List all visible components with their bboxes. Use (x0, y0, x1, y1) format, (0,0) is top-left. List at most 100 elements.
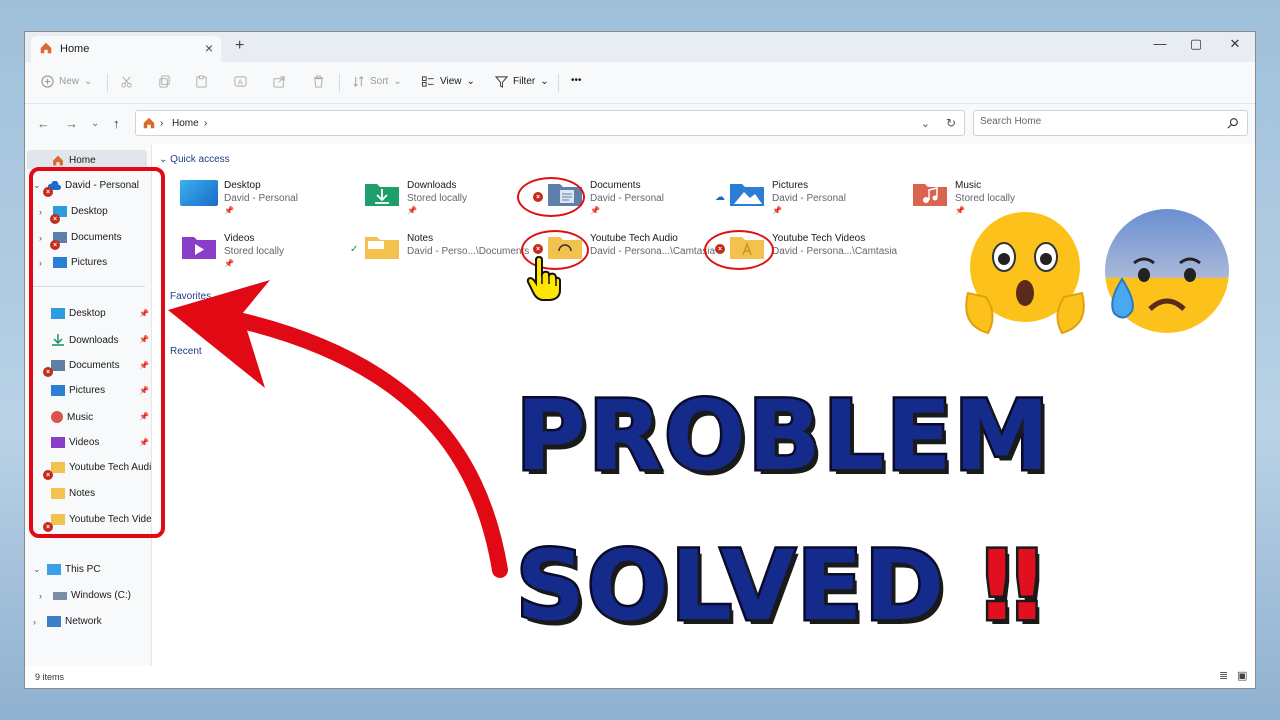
item-location: David - Personal (772, 193, 846, 204)
curved-arrow-icon (168, 280, 508, 578)
item-count: 9 items (35, 672, 65, 682)
headline-problem: PROBLEM (513, 378, 1052, 495)
toolbar-divider (339, 74, 340, 92)
filter-label: Filter (513, 76, 536, 87)
home-icon (53, 155, 63, 166)
sidebar-item-windows-c[interactable]: › Windows (C:) (39, 590, 131, 601)
breadcrumb-home[interactable]: Home (172, 118, 199, 129)
chevron-down-icon: ⌄ (393, 76, 402, 87)
recent-locations-chevron-icon[interactable]: ⌄ (91, 118, 99, 129)
maximize-button[interactable]: ▢ (1181, 36, 1211, 52)
chevron-down-icon[interactable]: ⌄ (33, 564, 43, 575)
paste-icon (196, 75, 207, 88)
sort-button[interactable]: Sort ⌄ (352, 75, 402, 88)
chevron-down-icon: ⌄ (84, 76, 93, 87)
breadcrumb-separator[interactable]: › (204, 118, 207, 129)
sidebar-item-network[interactable]: › Network (33, 616, 102, 627)
up-arrow-icon[interactable]: ↑ (113, 116, 120, 131)
tiles-view-icon[interactable]: ▣ (1237, 669, 1247, 682)
search-box[interactable] (973, 110, 1248, 136)
desktop-folder-icon (180, 180, 218, 206)
home-icon (40, 42, 52, 54)
error-highlight-ellipse (517, 177, 585, 217)
computer-icon (47, 564, 61, 575)
tab-home[interactable]: Home × (31, 36, 221, 62)
pin-icon: 📌 (224, 206, 234, 215)
double-exclamation-icon: ‼ (979, 528, 1044, 645)
new-tab-button[interactable]: + (235, 37, 244, 55)
address-dropdown-icon[interactable]: ⌄ (921, 117, 930, 130)
sidebar-item-this-pc[interactable]: ⌄ This PC (33, 564, 101, 575)
chevron-down-icon: ⌄ (540, 76, 549, 87)
paste-button[interactable] (195, 75, 208, 88)
section-title: Quick access (170, 154, 230, 165)
more-options-button[interactable]: ••• (571, 75, 582, 86)
minimize-button[interactable]: — (1145, 36, 1175, 51)
breadcrumb-separator: › (160, 118, 164, 129)
new-plus-icon (41, 75, 54, 88)
sidebar-item-home[interactable]: Home (51, 154, 96, 167)
pictures-folder-icon (730, 184, 764, 206)
address-bar[interactable]: › Home › ⌄ ↻ (135, 110, 965, 136)
share-icon (273, 76, 285, 88)
new-button[interactable]: New ⌄ (41, 75, 92, 88)
anxious-sweat-face-emoji-icon (1105, 209, 1229, 333)
command-bar: New ⌄ A Sort ⌄ View ⌄ Filter ⌄ ••• (25, 62, 1255, 104)
headline-solved: SOLVED ‼ (513, 528, 1044, 645)
new-label: New (59, 76, 80, 87)
item-name: Youtube Tech Videos (772, 233, 866, 244)
view-label: View (440, 76, 462, 87)
pin-icon: 📌 (772, 206, 782, 215)
cut-button[interactable] (120, 75, 133, 88)
sidebar-item-label: Windows (C:) (71, 590, 132, 601)
filter-button[interactable]: Filter ⌄ (495, 75, 549, 88)
close-window-button[interactable]: ✕ (1220, 36, 1250, 52)
quick-access-header[interactable]: ⌄ Quick access (159, 154, 230, 165)
tab-close-icon[interactable]: × (205, 40, 213, 56)
pin-icon: 📌 (224, 259, 234, 268)
tab-bar: Home × + — ▢ ✕ (25, 32, 1255, 62)
home-icon (143, 117, 155, 129)
item-location: David - Personal (224, 193, 298, 204)
rename-icon: A (234, 76, 247, 87)
address-row: ← → ⌄ ↑ › Home › ⌄ ↻ (25, 104, 1255, 144)
view-icon (421, 76, 434, 87)
item-location: David - Persona...\Camtasia (772, 246, 898, 257)
item-location: Stored locally (224, 246, 285, 257)
view-button[interactable]: View ⌄ (421, 75, 475, 88)
rename-button[interactable]: A (234, 75, 247, 88)
chevron-right-icon[interactable]: › (39, 591, 49, 601)
chevron-right-icon[interactable]: › (33, 617, 43, 627)
sort-label: Sort (370, 76, 389, 87)
error-highlight-ellipse (704, 230, 774, 270)
forward-arrow-icon[interactable]: → (65, 116, 78, 131)
filter-icon (495, 76, 508, 88)
chevron-down-icon: ⌄ (159, 154, 168, 165)
toolbar-divider (107, 74, 108, 92)
music-folder-icon (913, 184, 947, 206)
item-name: Music (955, 180, 982, 191)
copy-button[interactable] (158, 75, 171, 88)
videos-folder-icon (182, 237, 216, 259)
item-location: David - Personal (590, 193, 664, 204)
item-name: Videos (224, 233, 255, 244)
sidebar-item-label: Network (65, 616, 102, 627)
item-location: Stored locally (955, 193, 1016, 204)
item-name: Notes (407, 233, 434, 244)
item-name: Pictures (772, 180, 809, 191)
item-name: Documents (590, 180, 641, 191)
refresh-icon[interactable]: ↻ (946, 116, 956, 130)
delete-button[interactable] (312, 75, 325, 88)
search-input[interactable] (980, 116, 1210, 127)
details-view-icon[interactable]: ≣ (1219, 669, 1228, 682)
share-button[interactable] (273, 75, 286, 88)
synced-check-icon: ✓ (350, 244, 359, 255)
hand-pointer-icon (526, 256, 561, 301)
item-name: Downloads (407, 180, 457, 191)
sidebar-item-label: This PC (65, 564, 101, 575)
tab-title: Home (60, 43, 90, 55)
item-name: Youtube Tech Audio (590, 233, 678, 244)
item-name: Desktop (224, 180, 261, 191)
search-icon (1227, 118, 1238, 129)
back-arrow-icon[interactable]: ← (37, 116, 50, 131)
